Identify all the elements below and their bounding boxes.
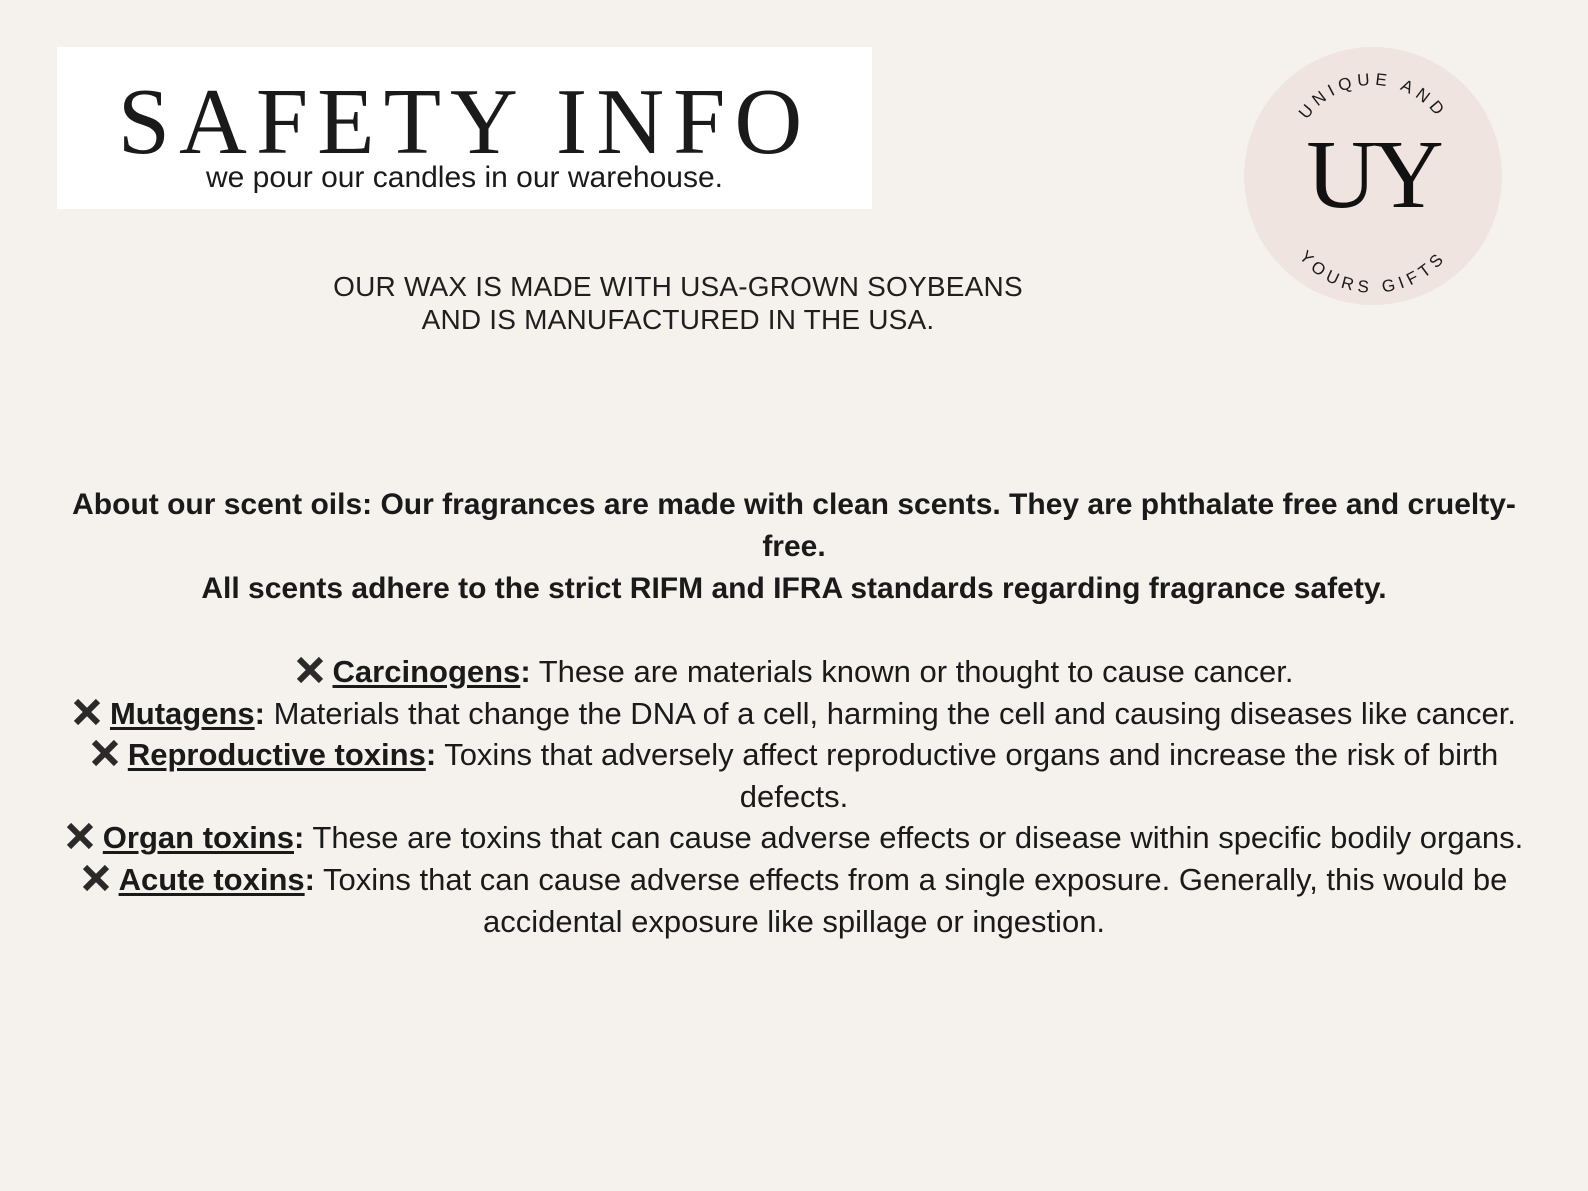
list-item: Acute toxins: Toxins that can cause adve… — [40, 859, 1548, 942]
list-item: Mutagens: Materials that change the DNA … — [40, 693, 1548, 735]
hazard-term: Reproductive toxins — [127, 737, 426, 773]
logo-seal: UNIQUE AND YOURS GIFTS UY — [1244, 47, 1502, 305]
x-mark-icon — [73, 698, 101, 725]
hazard-colon: : — [520, 654, 531, 689]
logo-monogram: UY — [1306, 121, 1442, 229]
x-mark-icon — [296, 656, 323, 684]
hazard-colon: : — [254, 695, 265, 731]
hazard-term: Carcinogens — [332, 654, 521, 689]
title-banner: SAFETY INFO we pour our candles in our w… — [57, 47, 872, 209]
hazard-colon: : — [304, 861, 315, 897]
x-mark-icon — [91, 740, 118, 767]
hazard-description: Toxins that can cause adverse effects fr… — [314, 861, 1508, 939]
hazard-term: Organ toxins — [102, 820, 294, 856]
scent-oils-section: About our scent oils: Our fragrances are… — [40, 484, 1548, 610]
scent-oils-standards: All scents adhere to the strict RIFM and… — [201, 572, 1387, 605]
wax-origin-note: OUR WAX IS MADE WITH USA-GROWN SOYBEANS … — [220, 270, 1136, 336]
scent-oils-intro: About our scent oils: Our fragrances are… — [72, 488, 1516, 563]
page-subtitle: we pour our candles in our warehouse. — [206, 161, 723, 194]
hazard-description: Toxins that adversely affect reproductiv… — [436, 737, 1499, 814]
wax-note-line-1: OUR WAX IS MADE WITH USA-GROWN SOYBEANS — [333, 271, 1023, 302]
x-mark-icon — [66, 823, 93, 850]
hazard-description: These are toxins that can cause adverse … — [304, 820, 1524, 856]
hazard-description: These are materials known or thought to … — [530, 654, 1294, 689]
hazard-term: Acute toxins — [118, 861, 305, 897]
hazard-description: Materials that change the DNA of a cell,… — [264, 695, 1517, 731]
list-item: Carcinogens: These are materials known o… — [40, 651, 1548, 693]
hazard-list: Carcinogens: These are materials known o… — [40, 651, 1548, 942]
hazard-colon: : — [294, 820, 305, 856]
list-item: Reproductive toxins: Toxins that adverse… — [40, 734, 1548, 817]
hazard-colon: : — [425, 737, 437, 773]
brand-logo: UNIQUE AND YOURS GIFTS UY — [1244, 47, 1502, 305]
x-mark-icon — [82, 864, 109, 892]
list-item: Organ toxins: These are toxins that can … — [40, 817, 1548, 859]
hazard-term: Mutagens — [109, 695, 255, 731]
wax-note-line-2: AND IS MANUFACTURED IN THE USA. — [421, 304, 935, 335]
page-title: SAFETY INFO — [117, 70, 812, 174]
